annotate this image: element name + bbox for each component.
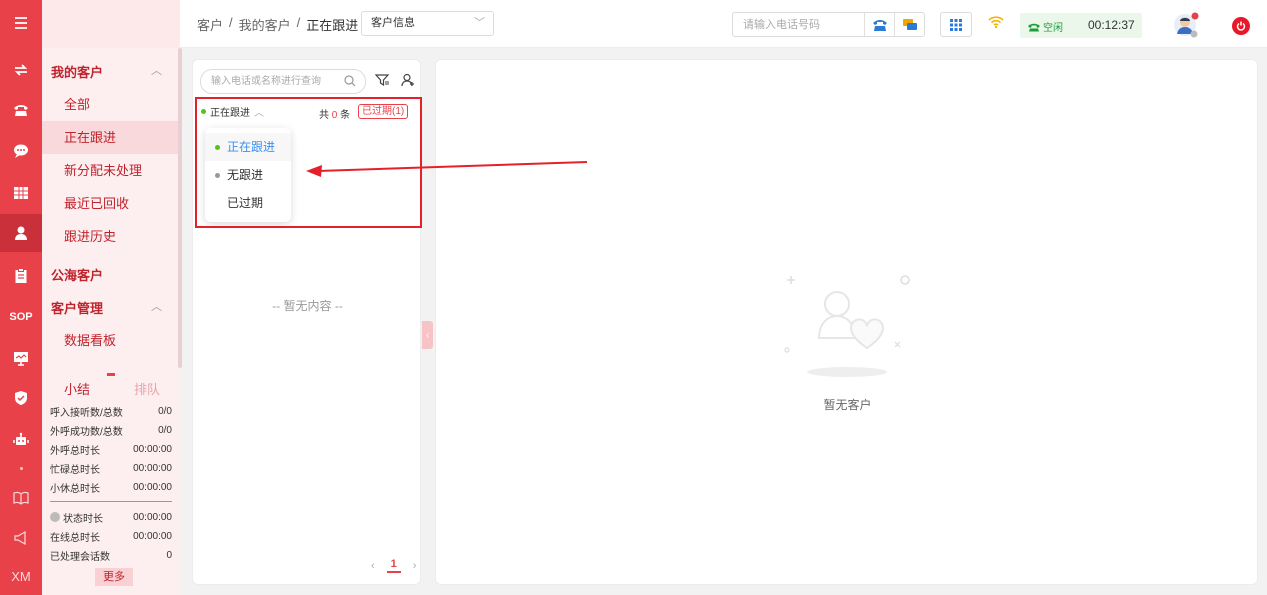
rail-divider-dot bbox=[0, 458, 42, 478]
annotation-highlight-box bbox=[195, 97, 422, 228]
filter-icon[interactable] bbox=[375, 73, 389, 87]
sms-button[interactable] bbox=[894, 13, 924, 36]
user-icon[interactable] bbox=[0, 214, 42, 252]
empty-customer-text: 暂无客户 bbox=[823, 398, 872, 412]
breadcrumb-current: 正在跟进 bbox=[306, 18, 359, 33]
book-icon[interactable] bbox=[0, 480, 42, 516]
chat-icon[interactable] bbox=[0, 133, 42, 169]
menu-scrollbar[interactable] bbox=[178, 48, 182, 368]
empty-illustration bbox=[784, 275, 910, 377]
stat-row: 已处理会话数 0 bbox=[50, 549, 172, 563]
megaphone-icon[interactable] bbox=[0, 520, 42, 556]
chevron-up-icon: ︿ bbox=[151, 301, 162, 313]
menu-group-public-customers[interactable]: 公海客户 bbox=[51, 265, 103, 284]
icon-rail: SOP XM bbox=[0, 0, 42, 595]
status-clock-icon bbox=[50, 512, 60, 522]
message-icon bbox=[902, 18, 917, 30]
stat-row: 状态时长 00:00:00 bbox=[50, 508, 172, 526]
empty-list-text: -- 暂无内容 -- bbox=[272, 299, 343, 313]
stat-row: 在线总时长 00:00:00 bbox=[50, 530, 172, 544]
page-number[interactable]: 1 bbox=[386, 558, 401, 573]
robot-icon[interactable] bbox=[0, 422, 42, 458]
tab-queue[interactable]: 排队 bbox=[134, 379, 160, 398]
menu-group-customer-mgmt[interactable]: 客户管理 ︿ bbox=[51, 298, 162, 317]
shield-icon[interactable] bbox=[0, 380, 42, 416]
phone-icon[interactable] bbox=[0, 92, 42, 128]
customer-search-input[interactable] bbox=[201, 70, 341, 93]
stat-row: 忙碌总时长 00:00:00 bbox=[50, 462, 172, 476]
menu-header bbox=[42, 0, 180, 48]
customer-detail-panel: 暂无客户 bbox=[435, 59, 1258, 585]
menu-item-recycled[interactable]: 最近已回收 bbox=[42, 187, 178, 220]
more-button[interactable]: 更多 bbox=[95, 568, 133, 586]
stat-row: 小休总时长 00:00:00 bbox=[50, 481, 172, 495]
breadcrumb-separator: / bbox=[296, 15, 301, 30]
menu-group-my-customers[interactable]: 我的客户 ︿ bbox=[51, 62, 162, 81]
phone-call-icon bbox=[872, 19, 887, 31]
dial-button[interactable] bbox=[864, 13, 894, 36]
menu-item-all[interactable]: 全部 bbox=[42, 88, 178, 121]
sop-icon[interactable]: SOP bbox=[0, 299, 42, 335]
status-label: 空闲 bbox=[1043, 23, 1063, 34]
keypad-button[interactable] bbox=[940, 12, 972, 37]
collapse-handle[interactable]: ‹ bbox=[422, 321, 433, 349]
next-page-icon[interactable]: › bbox=[413, 560, 417, 572]
menu-icon[interactable] bbox=[0, 5, 42, 41]
clipboard-icon[interactable] bbox=[0, 258, 42, 294]
chevron-up-icon: ︿ bbox=[151, 65, 162, 77]
tab-summary[interactable]: 小结 bbox=[64, 379, 90, 398]
prev-page-icon[interactable]: ‹ bbox=[371, 560, 375, 572]
xm-icon[interactable]: XM bbox=[0, 558, 42, 594]
breadcrumb-item[interactable]: 客户 bbox=[197, 15, 223, 34]
phone-status-icon bbox=[1028, 23, 1040, 31]
wifi-icon bbox=[988, 15, 1004, 32]
pagination: ‹ 1 › bbox=[371, 558, 416, 573]
chevron-left-icon: ‹ bbox=[425, 329, 430, 341]
customer-search bbox=[200, 69, 366, 94]
drag-handle[interactable] bbox=[107, 373, 115, 376]
menu-item-following[interactable]: 正在跟进 bbox=[42, 121, 178, 154]
breadcrumb-separator: / bbox=[229, 15, 233, 30]
status-timer: 00:12:37 bbox=[1088, 18, 1135, 32]
side-menu: 我的客户 ︿ 全部 正在跟进 新分配未处理 最近已回收 跟进历史 公海客户 客户管… bbox=[42, 0, 182, 595]
monitor-icon[interactable] bbox=[0, 340, 42, 376]
grid-icon[interactable] bbox=[0, 175, 42, 211]
breadcrumb-item[interactable]: 我的客户 bbox=[239, 15, 291, 34]
avatar[interactable] bbox=[1173, 12, 1199, 38]
search-icon[interactable] bbox=[344, 75, 356, 87]
stat-row: 呼入接听数/总数 0/0 bbox=[50, 405, 172, 419]
stat-row: 外呼成功数/总数 0/0 bbox=[50, 424, 172, 438]
agent-status[interactable]: 空闲 00:12:37 bbox=[1020, 13, 1142, 38]
add-user-icon[interactable] bbox=[401, 73, 415, 87]
phone-input[interactable] bbox=[733, 13, 864, 36]
menu-item-dashboard[interactable]: 数据看板 bbox=[42, 324, 178, 357]
menu-item-new-assigned[interactable]: 新分配未处理 bbox=[42, 154, 178, 187]
stats-divider bbox=[50, 501, 172, 502]
stat-row: 外呼总时长 00:00:00 bbox=[50, 443, 172, 457]
transfer-icon[interactable] bbox=[0, 52, 42, 88]
top-header: 客户 / 我的客户 / 正在跟进 客户信息﹀ 空闲 00:12:37 bbox=[180, 0, 1267, 48]
customer-info-select[interactable]: 客户信息 ﹀ bbox=[361, 11, 494, 36]
power-icon[interactable] bbox=[1232, 17, 1250, 35]
phone-dial-box bbox=[732, 12, 925, 37]
breadcrumb: 客户 / 我的客户 / 正在跟进 bbox=[197, 15, 358, 34]
stats-panel: 小结 排队 呼入接听数/总数 0/0 外呼成功数/总数 0/0 外呼总时长 00:00… bbox=[42, 370, 180, 595]
menu-item-history[interactable]: 跟进历史 bbox=[42, 220, 178, 253]
customer-list-panel: 正在跟进︿ 共 0 条 已过期(1) 正在跟进 无跟进 已过期 -- 暂无内容 … bbox=[192, 59, 422, 585]
keypad-icon bbox=[950, 18, 962, 31]
chevron-down-icon: ﹀ bbox=[474, 17, 485, 29]
